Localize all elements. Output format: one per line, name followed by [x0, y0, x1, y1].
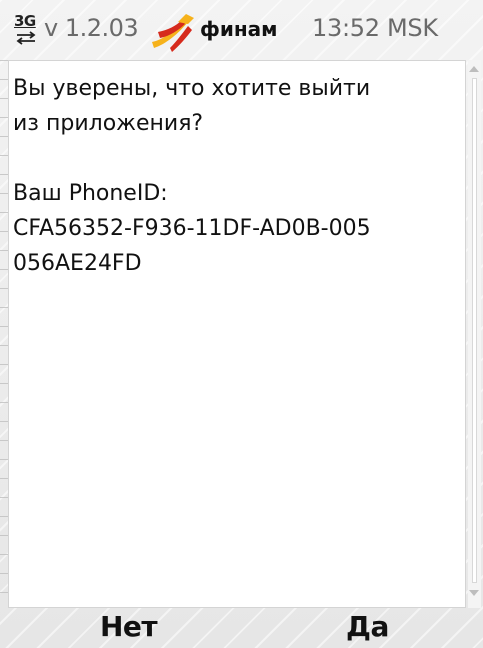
- dialog-message: Вы уверены, что хотите выйти из приложен…: [13, 71, 463, 281]
- softkey-bar: Нет Да: [0, 608, 483, 648]
- status-bar: 3G v 1.2.03 финам 13:52 MSK: [0, 0, 483, 60]
- message-line: [13, 141, 463, 176]
- finam-logo-icon: [152, 14, 194, 52]
- message-line: из приложения?: [13, 111, 204, 136]
- phone-id-label: Ваш PhoneID:: [13, 181, 168, 206]
- network-indicator: 3G: [12, 12, 42, 48]
- brand-name: финам: [200, 17, 278, 41]
- scroll-track[interactable]: [472, 78, 477, 583]
- scroll-down-arrow-icon[interactable]: [469, 590, 479, 596]
- dialog-content: Вы уверены, что хотите выйти из приложен…: [8, 60, 466, 608]
- yes-button[interactable]: Да: [346, 610, 389, 643]
- no-button[interactable]: Нет: [100, 610, 158, 643]
- app-screen: 3G v 1.2.03 финам 13:52 MSK Вы уверены, …: [0, 0, 483, 648]
- app-version: v 1.2.03: [44, 14, 139, 42]
- background-stripes: [0, 60, 8, 608]
- phone-id-value: 056AE24FD: [13, 251, 142, 276]
- scrollbar[interactable]: [468, 60, 481, 608]
- data-transfer-arrows-icon: [16, 31, 36, 45]
- network-type-label: 3G: [14, 12, 36, 30]
- phone-id-value: CFA56352-F936-11DF-AD0B-005: [13, 216, 371, 241]
- scroll-up-arrow-icon[interactable]: [469, 66, 479, 72]
- message-line: Вы уверены, что хотите выйти: [13, 76, 371, 101]
- clock: 13:52 MSK: [312, 14, 438, 42]
